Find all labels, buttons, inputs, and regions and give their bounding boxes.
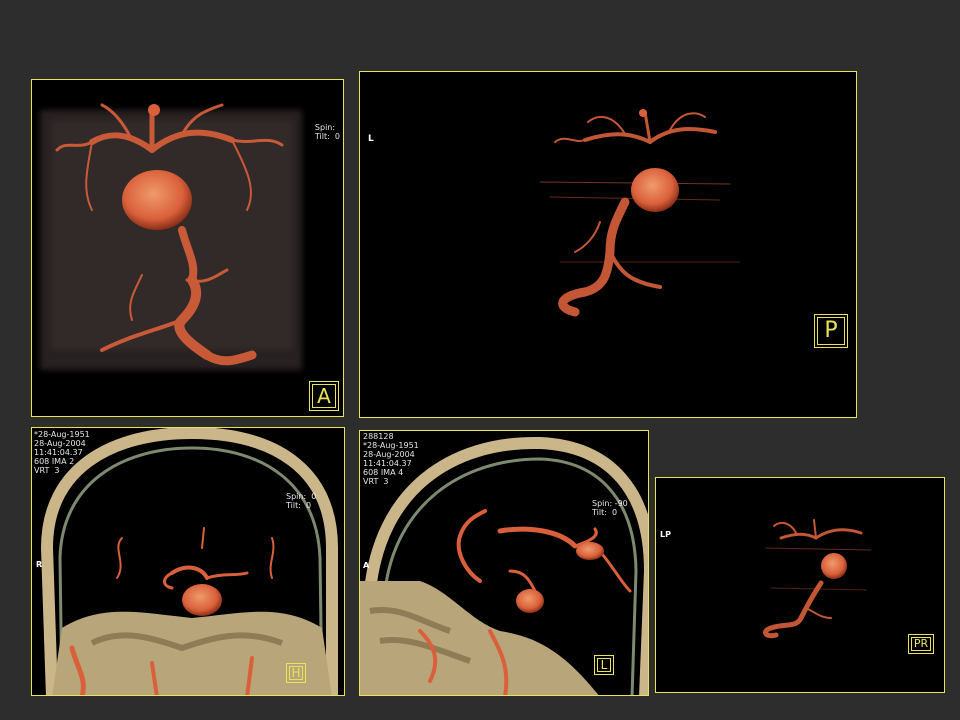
spin-tilt-readout: Spin: -90 Tilt: 0 — [592, 499, 628, 517]
study-info: *28-Aug-1951 28-Aug-2004 11:41:04.37 608… — [34, 430, 90, 475]
view-badge[interactable]: H — [286, 663, 306, 683]
panel-posterior-right-view[interactable]: LP PR — [655, 477, 945, 693]
vessel-rendering — [40, 103, 302, 370]
orientation-marker: A — [363, 561, 370, 570]
vessel-rendering — [763, 519, 872, 639]
panel-anterior-view[interactable]: Spin: Tilt: 0 A — [31, 79, 344, 417]
view-badge[interactable]: L — [594, 655, 614, 675]
spin-tilt-readout: Spin: 0 Tilt: 0 — [286, 492, 317, 510]
orientation-marker: L — [368, 134, 374, 144]
view-badge[interactable]: PR — [908, 634, 934, 654]
view-badge[interactable]: P — [814, 314, 848, 348]
orientation-marker: R — [36, 560, 43, 569]
orientation-marker: LP — [660, 530, 671, 539]
panel-sagittal-view[interactable]: 288128 *28-Aug-1951 28-Aug-2004 11:41:04… — [359, 430, 649, 696]
panel-posterior-view[interactable]: L P — [359, 71, 857, 418]
view-badge[interactable]: A — [309, 381, 339, 411]
study-info: 288128 *28-Aug-1951 28-Aug-2004 11:41:04… — [363, 432, 419, 486]
spin-tilt-readout: Spin: Tilt: 0 — [314, 123, 340, 141]
panel-coronal-view[interactable]: *28-Aug-1951 28-Aug-2004 11:41:04.37 608… — [31, 427, 345, 696]
vessel-rendering — [539, 109, 741, 317]
